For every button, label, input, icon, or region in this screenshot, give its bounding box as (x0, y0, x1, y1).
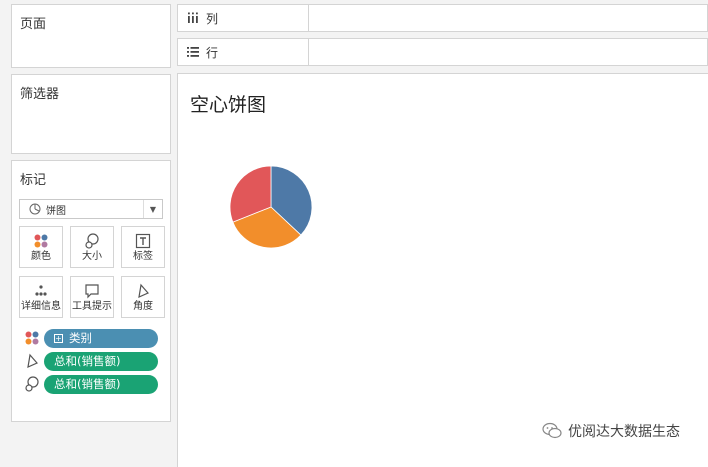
view-title: 空心饼图 (190, 94, 267, 116)
color-button-label: 颜色 (31, 251, 51, 262)
pages-panel: 页面 (11, 4, 171, 68)
columns-icon (188, 12, 198, 23)
category-pill[interactable]: + 类别 (44, 328, 158, 348)
rows-label-text: 行 (206, 45, 219, 60)
columns-shelf-label: 列 (178, 5, 309, 31)
text-label-icon (135, 233, 151, 249)
angle-icon (27, 353, 38, 369)
marks-panel: 标记 饼图 ▼ 颜色 大小 标签 详细信息 工具提示 角度 + 类别 总和(销售… (11, 160, 171, 422)
columns-shelf[interactable]: 列 (177, 4, 708, 32)
detail-button-label: 详细信息 (21, 301, 61, 312)
detail-button[interactable]: 详细信息 (19, 276, 63, 318)
angle-pill-row: 总和(销售额) (24, 351, 158, 371)
watermark-text: 优阅达大数据生态 (568, 424, 680, 440)
angle-icon (138, 283, 149, 299)
size-sales-pill[interactable]: 总和(销售额) (44, 374, 158, 394)
label-button-label: 标签 (133, 251, 153, 262)
size-button-label: 大小 (82, 251, 102, 262)
rows-shelf[interactable]: 行 (177, 38, 708, 66)
pages-title: 页面 (20, 17, 47, 32)
columns-label-text: 列 (206, 11, 219, 26)
mark-type-dropdown[interactable]: 饼图 ▼ (19, 199, 163, 219)
label-button[interactable]: 标签 (121, 226, 165, 268)
pie-chart[interactable] (228, 164, 314, 250)
detail-dots-icon (35, 285, 47, 296)
angle-button[interactable]: 角度 (121, 276, 165, 318)
wechat-icon (542, 422, 562, 439)
watermark: 优阅达大数据生态 (542, 421, 680, 441)
size-pill-row: 总和(销售额) (24, 374, 158, 394)
tooltip-button-label: 工具提示 (72, 301, 112, 312)
color-dots-icon (25, 331, 39, 345)
filters-title: 筛选器 (20, 87, 60, 102)
size-button[interactable]: 大小 (70, 226, 114, 268)
marks-title: 标记 (20, 173, 47, 188)
size-icon (25, 376, 39, 392)
category-pill-label: 类别 (69, 331, 92, 345)
mark-type-value: 饼图 (46, 205, 66, 217)
tooltip-icon (85, 284, 99, 299)
chevron-down-icon[interactable]: ▼ (143, 200, 162, 218)
filters-panel[interactable]: 筛选器 (11, 74, 171, 154)
angle-sales-pill[interactable]: 总和(销售额) (44, 351, 158, 371)
rows-shelf-label: 行 (178, 39, 309, 65)
tooltip-button[interactable]: 工具提示 (70, 276, 114, 318)
color-button[interactable]: 颜色 (19, 226, 63, 268)
worksheet-view: 空心饼图 (177, 73, 708, 467)
color-dots-icon (34, 234, 48, 248)
size-icon (85, 233, 99, 249)
pie-type-icon (29, 203, 41, 215)
expand-plus-icon[interactable]: + (54, 333, 63, 343)
color-pill-row: + 类别 (24, 328, 158, 348)
angle-sales-pill-label: 总和(销售额) (54, 354, 121, 368)
size-sales-pill-label: 总和(销售额) (54, 377, 121, 391)
rows-icon (187, 47, 199, 57)
angle-button-label: 角度 (133, 301, 153, 312)
